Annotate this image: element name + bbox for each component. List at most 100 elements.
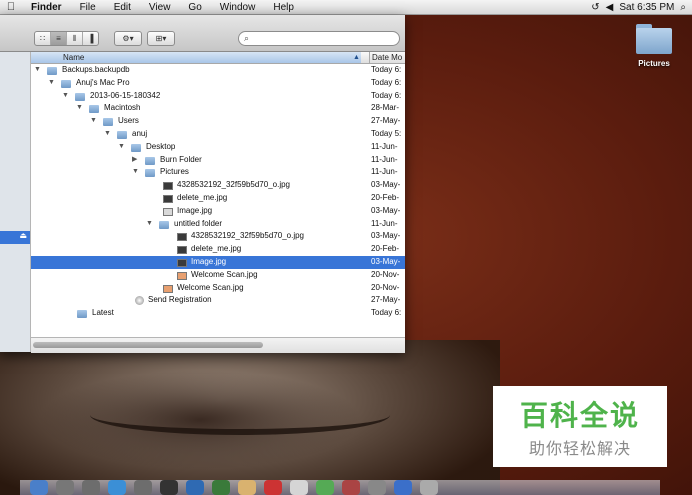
dashboard-icon[interactable] — [82, 480, 100, 495]
eject-icon[interactable]: ⏏ — [19, 231, 27, 240]
safari-icon[interactable] — [134, 480, 152, 495]
search-icon: ⌕ — [244, 33, 250, 43]
item-name: Welcome Scan.jpg — [191, 269, 258, 279]
photos-icon[interactable] — [316, 480, 334, 495]
list-item[interactable]: ▼ Backups.backupdb Today 6: — [31, 64, 405, 77]
desktop-folder-pictures[interactable]: Pictures — [628, 22, 680, 68]
launchpad-icon[interactable] — [56, 480, 74, 495]
menu-help[interactable]: Help — [264, 2, 303, 13]
list-item-selected[interactable]: Image.jpg 03-May- — [31, 255, 405, 269]
registration-app-icon — [135, 296, 144, 306]
system-icon[interactable] — [160, 480, 178, 495]
disclosure-closed-icon[interactable]: ▶ — [132, 154, 140, 167]
disclosure-open-icon[interactable]: ▼ — [76, 102, 84, 115]
list-item[interactable]: Welcome Scan.jpg 20-Nov- — [31, 282, 405, 295]
calendar-icon[interactable] — [264, 480, 282, 495]
item-name: delete_me.jpg — [191, 244, 242, 254]
menu-go[interactable]: Go — [179, 2, 210, 13]
arrange-menu-button[interactable]: ⊞▾ — [147, 31, 175, 46]
item-name: 4328532192_32f59b5d70_o.jpg — [177, 180, 291, 190]
item-date: 03-May- — [371, 180, 401, 190]
list-item[interactable]: delete_me.jpg 20-Feb- — [31, 243, 405, 256]
coverflow-view-button[interactable]: ▐ — [83, 32, 98, 45]
trash-icon[interactable] — [420, 480, 438, 495]
item-name: untitled folder — [174, 218, 223, 228]
list-view-button[interactable]: ≡ — [51, 32, 67, 45]
menu-window[interactable]: Window — [211, 2, 265, 13]
item-name: Users — [118, 116, 139, 126]
list-item[interactable]: ▼ untitled folder 11-Jun- — [31, 218, 405, 231]
watermark-subtitle: 助你轻松解决 — [528, 441, 631, 458]
app-store-icon[interactable] — [108, 480, 126, 495]
menu-finder[interactable]: Finder — [22, 2, 71, 13]
list-item[interactable]: ▼ Macintosh 28-Mar- — [31, 102, 405, 115]
clock[interactable]: Sat 6:35 PM — [619, 2, 674, 13]
action-menu-button[interactable]: ⚙▾ — [114, 31, 142, 46]
item-name: Macintosh — [104, 103, 141, 113]
list-item[interactable]: Welcome Scan.jpg 20-Nov- — [31, 269, 405, 282]
list-item[interactable]: Image.jpg 03-May- — [31, 205, 405, 218]
list-item[interactable]: Latest Today 6: — [31, 307, 405, 320]
item-date: Today 6: — [371, 65, 402, 74]
mail-icon[interactable] — [186, 480, 204, 495]
item-date: 28-Mar- — [371, 103, 400, 113]
list-item[interactable]: ▼ Users 27-May- — [31, 115, 405, 128]
list-item[interactable]: ▼ Desktop 11-Jun- — [31, 141, 405, 154]
item-date: Today 6: — [371, 77, 402, 87]
list-item[interactable]: 4328532192_32f59b5d70_o.jpg 03-May- — [31, 179, 405, 192]
menu-edit[interactable]: Edit — [105, 2, 140, 13]
list-item[interactable]: ▼ anuj Today 5: — [31, 128, 405, 141]
downloads-stack-icon[interactable] — [394, 480, 412, 495]
menu-view[interactable]: View — [140, 2, 180, 13]
list-item[interactable]: ▶ Burn Folder 11-Jun- — [31, 154, 405, 167]
spotlight-icon[interactable]: ⌕ — [680, 2, 686, 13]
folder-icon — [75, 92, 85, 101]
item-date: Today 6: — [371, 90, 402, 100]
disclosure-open-icon[interactable]: ▼ — [34, 64, 42, 77]
item-date: 03-May- — [371, 231, 401, 241]
list-item[interactable]: delete_me.jpg 20-Feb- — [31, 192, 405, 205]
item-date: 20-Feb- — [371, 192, 400, 202]
horizontal-scrollbar[interactable] — [31, 337, 405, 353]
sidebar-selected-device[interactable]: ⏏ — [0, 231, 30, 244]
list-item[interactable]: Send Registration 27-May- — [31, 294, 405, 307]
scrollbar-thumb[interactable] — [33, 342, 263, 348]
disclosure-open-icon[interactable]: ▼ — [104, 128, 112, 141]
volume-icon[interactable]: ◀ — [606, 2, 614, 13]
list-item[interactable]: 4328532192_32f59b5d70_o.jpg 03-May- — [31, 230, 405, 243]
column-view-button[interactable]: ⫴ — [67, 32, 83, 45]
search-input[interactable]: ⌕ — [238, 31, 400, 46]
disclosure-open-icon[interactable]: ▼ — [146, 218, 154, 231]
item-date: Today 5: — [371, 128, 402, 138]
disclosure-open-icon[interactable]: ▼ — [118, 141, 126, 154]
itunes-icon[interactable] — [342, 480, 360, 495]
disclosure-open-icon[interactable]: ▼ — [62, 90, 70, 103]
folder-icon — [89, 105, 99, 114]
item-date: 03-May- — [371, 205, 401, 215]
list-item[interactable]: ▼ 2013-06-15-180342 Today 6: — [31, 90, 405, 103]
disclosure-open-icon[interactable]: ▼ — [48, 77, 56, 90]
image-file-icon — [177, 233, 187, 242]
column-header-date[interactable]: Date Mo — [369, 52, 402, 63]
item-name: Backups.backupdb — [62, 65, 130, 74]
facetime-icon[interactable] — [212, 480, 230, 495]
folder-icon — [634, 22, 674, 56]
item-name: Send Registration — [148, 295, 212, 305]
notes-icon[interactable] — [290, 480, 308, 495]
column-header-name[interactable]: Name — [31, 52, 361, 63]
finder-icon[interactable] — [30, 480, 48, 495]
list-item[interactable]: ▼ Anuj's Mac Pro Today 6: — [31, 77, 405, 90]
preferences-icon[interactable] — [368, 480, 386, 495]
list-item[interactable]: ▼ Pictures 11-Jun- — [31, 166, 405, 179]
time-machine-icon[interactable]: ↺ — [591, 2, 599, 13]
menu-file[interactable]: File — [71, 2, 105, 13]
disclosure-open-icon[interactable]: ▼ — [90, 115, 98, 128]
column-header: Name ▲ Date Mo — [31, 52, 405, 64]
apple-icon[interactable]:  — [0, 1, 22, 13]
icon-view-button[interactable]: ∷ — [35, 32, 51, 45]
grid-icon: ⊞▾ — [155, 34, 167, 43]
contacts-icon[interactable] — [238, 480, 256, 495]
item-name: Pictures — [160, 167, 189, 177]
item-date: 27-May- — [371, 116, 401, 126]
disclosure-open-icon[interactable]: ▼ — [132, 166, 140, 179]
